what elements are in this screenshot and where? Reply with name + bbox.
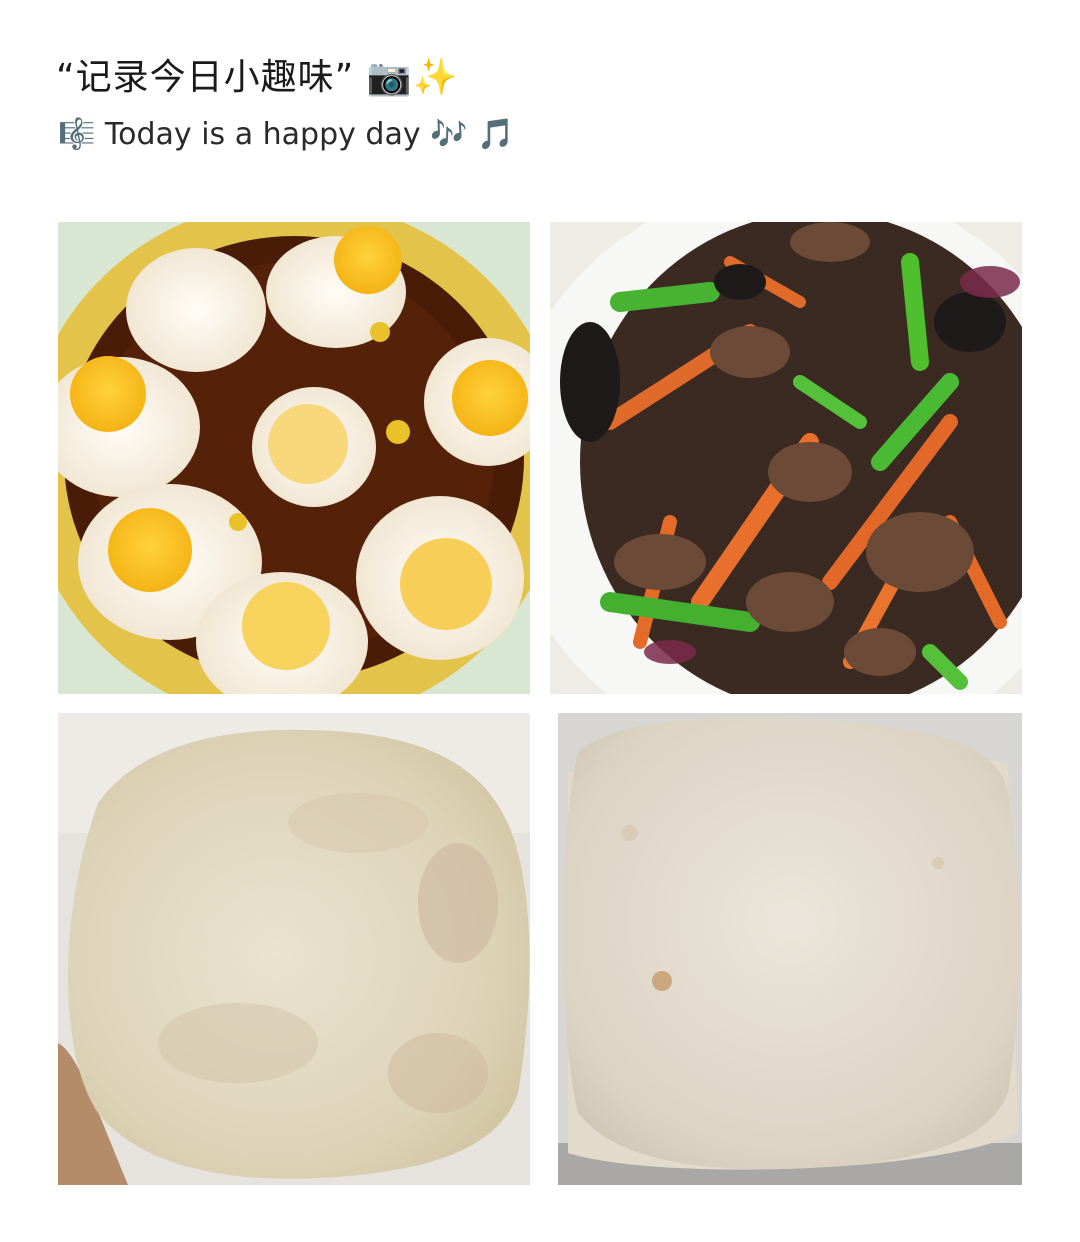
camera-sparkles-icon: 📷✨	[366, 57, 459, 98]
subtitle-text: Today is a happy day	[104, 117, 421, 152]
flatbread-in-hand-photo[interactable]	[58, 713, 530, 1185]
fried-quail-eggs-photo[interactable]	[58, 222, 530, 694]
title-text: “记录今日小趣味”	[56, 57, 355, 98]
stacked-pancakes-photo[interactable]	[558, 713, 1022, 1185]
post-subtitle: 🎼 Today is a happy day 🎶 🎵	[58, 112, 514, 158]
stir-fried-beef-vegetables-photo[interactable]	[550, 222, 1022, 694]
musical-score-icon: 🎼	[58, 117, 96, 152]
post-title: “记录今日小趣味” 📷✨	[56, 52, 458, 104]
music-notes-icon: 🎶 🎵	[430, 117, 515, 152]
